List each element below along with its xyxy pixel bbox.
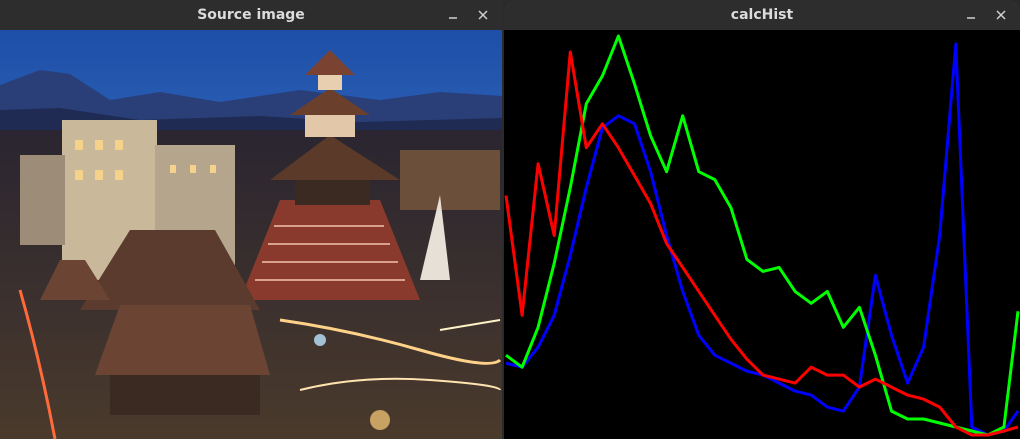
close-icon[interactable] — [988, 2, 1014, 28]
red-channel-line — [504, 50, 1019, 437]
window-title: calcHist — [730, 7, 794, 23]
hist-window-titlebar[interactable]: calcHist — [504, 0, 1020, 30]
minimize-icon[interactable] — [440, 2, 466, 28]
source-window-titlebar[interactable]: Source image — [0, 0, 502, 30]
histogram-plot — [504, 30, 1020, 439]
source-image-window: Source image — [0, 0, 502, 439]
blue-channel-line — [505, 42, 1020, 437]
minimize-icon[interactable] — [958, 2, 984, 28]
source-photo — [0, 30, 502, 439]
window-title: Source image — [197, 7, 305, 23]
calchist-window: calcHist — [504, 0, 1020, 439]
close-icon[interactable] — [470, 2, 496, 28]
